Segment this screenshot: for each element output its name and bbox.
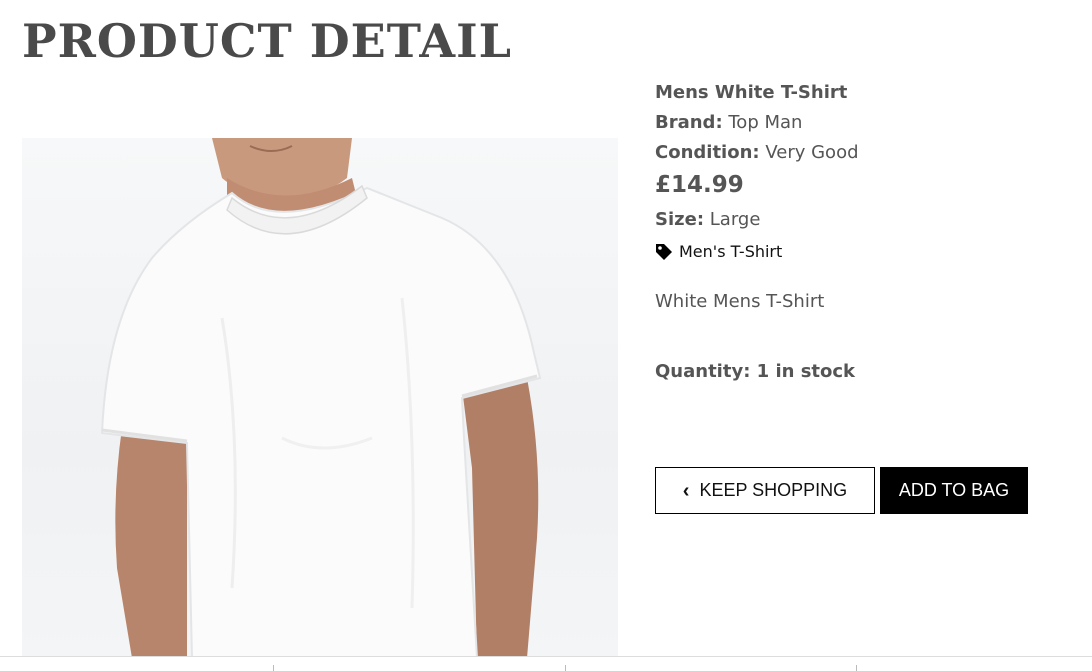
product-size: Size: Large	[655, 209, 760, 230]
chevron-left-icon: ‹	[682, 479, 690, 502]
footer-divider	[273, 665, 274, 671]
add-to-bag-label: ADD TO BAG	[898, 480, 1010, 500]
product-quantity: Quantity: 1 in stock	[655, 361, 856, 382]
category-label: Men's T-Shirt	[679, 242, 783, 261]
condition-value: Very Good	[765, 142, 859, 163]
product-image	[22, 138, 618, 658]
product-name: Mens White T-Shirt	[655, 82, 848, 103]
tag-icon	[655, 243, 673, 261]
product-description: White Mens T-Shirt	[655, 291, 825, 312]
footer-divider	[565, 665, 566, 671]
keep-shopping-label: KEEP SHOPPING	[699, 480, 848, 500]
brand-label: Brand:	[655, 112, 723, 133]
product-price: £14.99	[655, 172, 744, 198]
footer-bar	[0, 656, 1092, 671]
footer-divider	[856, 665, 857, 671]
product-category-link[interactable]: Men's T-Shirt	[655, 242, 782, 261]
size-value: Large	[709, 209, 761, 230]
size-label: Size:	[655, 209, 705, 230]
page-title: PRODUCT DETAIL	[22, 14, 512, 68]
keep-shopping-button[interactable]: ‹ KEEP SHOPPING	[655, 467, 875, 514]
product-condition: Condition: Very Good	[655, 142, 859, 163]
condition-label: Condition:	[655, 142, 760, 163]
add-to-bag-button[interactable]: ADD TO BAG	[880, 467, 1028, 514]
product-detail-page: PRODUCT DETAIL Mens White T-Shirt Brand:…	[0, 0, 1092, 671]
t-shirt-photo	[100, 138, 542, 658]
product-brand: Brand: Top Man	[655, 112, 802, 133]
brand-value: Top Man	[728, 112, 803, 133]
